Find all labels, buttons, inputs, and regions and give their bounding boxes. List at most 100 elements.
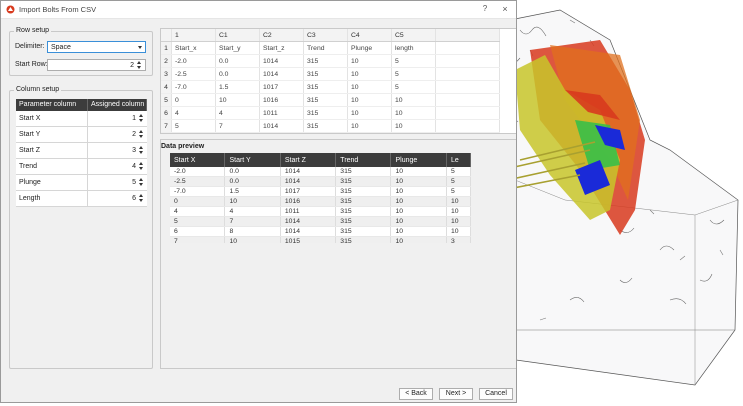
table-row: -7.0 1.5 1017 315 10 5	[170, 186, 471, 197]
table-row: Start Y 2	[16, 127, 147, 143]
assigned-column-stepper[interactable]: 1	[88, 111, 147, 126]
delimiter-value: Space	[51, 44, 71, 51]
table-cell: 315	[335, 196, 392, 207]
column-header: Le	[446, 153, 471, 167]
raw-csv-table-panel[interactable]: 1 C1 C2 C3 C4 C5 1 Start_x Start_y Start_z T…	[160, 28, 516, 134]
table-cell: 5	[446, 167, 471, 177]
table-cell: 8	[224, 226, 281, 237]
table-cell: 4	[170, 206, 226, 217]
table-row: 3 -2.5 0.0 1014 315 10 5	[161, 67, 500, 81]
empty-cell	[435, 106, 500, 120]
back-button[interactable]: < Back	[399, 388, 433, 400]
column-header: Plunge	[390, 153, 447, 167]
table-cell: 10	[390, 186, 447, 197]
empty-cell	[435, 93, 500, 107]
assigned-column-stepper[interactable]: 3	[88, 143, 147, 158]
app-logo-icon	[6, 5, 15, 14]
data-preview-title: Data preview	[161, 143, 205, 150]
cancel-button[interactable]: Cancel	[479, 388, 513, 400]
table-cell: 10	[390, 176, 447, 187]
column-header[interactable]: 1	[171, 29, 216, 42]
table-cell: 5	[446, 176, 471, 187]
table-cell: 6	[171, 132, 216, 133]
assigned-column-stepper[interactable]: 2	[88, 127, 147, 142]
table-cell: 315	[335, 176, 392, 187]
data-preview-table[interactable]: Start X Start Y Start Z Trend Plunge Le …	[170, 153, 471, 243]
parameter-name: Start X	[16, 111, 88, 126]
help-button[interactable]: ?	[479, 3, 491, 15]
column-header[interactable]: C5	[391, 29, 436, 42]
spin-arrows-icon[interactable]	[139, 130, 145, 139]
spin-arrows-icon[interactable]	[139, 194, 145, 203]
row-number: 2	[161, 54, 172, 68]
column-header[interactable]: C4	[347, 29, 392, 42]
table-cell: 5	[391, 80, 436, 94]
next-button[interactable]: Next >	[439, 388, 473, 400]
close-button[interactable]: ×	[499, 3, 511, 15]
table-cell: 315	[335, 226, 392, 237]
table-row: 4 -7.0 1.5 1017 315 10 5	[161, 80, 500, 94]
assigned-column-value: 3	[132, 147, 136, 154]
table-cell: 315	[335, 167, 392, 177]
assigned-column-value: 4	[132, 163, 136, 170]
spin-arrows-icon[interactable]	[139, 114, 145, 123]
column-header[interactable]: C1	[215, 29, 260, 42]
corner-cell	[161, 29, 172, 42]
assigned-column-value: 6	[132, 195, 136, 202]
table-cell: 10	[446, 226, 471, 237]
start-row-stepper[interactable]: 2	[47, 59, 146, 71]
spin-arrows-icon[interactable]	[137, 61, 143, 70]
table-cell: 10	[446, 216, 471, 227]
column-header[interactable]: C3	[303, 29, 348, 42]
table-cell: 1014	[280, 216, 337, 227]
table-row: 4 4 1011 315 10 10	[170, 206, 471, 217]
data-preview-panel[interactable]: Start X Start Y Start Z Trend Plunge Le …	[170, 153, 471, 243]
table-cell: -2.5	[171, 67, 216, 81]
table-cell: 1011	[259, 106, 304, 120]
assigned-column-stepper[interactable]: 6	[88, 191, 147, 206]
row-number: 4	[161, 80, 172, 94]
parameter-name: Start Z	[16, 143, 88, 158]
column-header: Trend	[335, 153, 392, 167]
raw-csv-table[interactable]: 1 C1 C2 C3 C4 C5 1 Start_x Start_y Start_z T…	[161, 29, 500, 133]
assigned-column-value: 1	[132, 115, 136, 122]
table-row: -2.0 0.0 1014 315 10 5	[170, 167, 471, 177]
table-cell: 1014	[259, 67, 304, 81]
table-cell: 5	[391, 54, 436, 68]
column-header[interactable]: C2	[259, 29, 304, 42]
table-cell: 5	[391, 67, 436, 81]
table-cell: 10	[390, 216, 447, 227]
table-cell: 7	[215, 119, 260, 133]
table-cell: -7.0	[170, 186, 226, 197]
table-cell: 3	[446, 236, 471, 243]
assigned-column-stepper[interactable]: 4	[88, 159, 147, 174]
start-row-label: Start Row:	[15, 61, 48, 68]
table-cell: 1017	[259, 80, 304, 94]
table-cell: 10	[390, 236, 447, 243]
table-row: -2.5 0.0 1014 315 10 5	[170, 176, 471, 187]
table-cell: 315	[303, 132, 348, 133]
table-cell: 7	[224, 216, 281, 227]
table-row: 2 -2.0 0.0 1014 315 10 5	[161, 54, 500, 68]
table-cell: 315	[335, 236, 392, 243]
table-cell: 10	[390, 196, 447, 207]
table-cell: 315	[303, 93, 348, 107]
spin-arrows-icon[interactable]	[139, 162, 145, 171]
table-cell: 10	[215, 93, 260, 107]
column-header: Start X	[170, 153, 226, 167]
delimiter-select[interactable]: Space	[47, 41, 146, 53]
assigned-column-stepper[interactable]: 5	[88, 175, 147, 190]
table-cell: 1.5	[215, 80, 260, 94]
table-cell: 1011	[280, 206, 337, 217]
column-header: Start Z	[280, 153, 337, 167]
row-number: 1	[161, 41, 172, 55]
table-cell: 0	[170, 196, 226, 207]
table-row: Start Z 3	[16, 143, 147, 159]
table-cell: 315	[303, 67, 348, 81]
row-setup-group: Row setup Delimiter: Space Start Row: 2	[9, 27, 153, 76]
table-cell: 10	[446, 206, 471, 217]
spin-arrows-icon[interactable]	[139, 146, 145, 155]
table-cell: 10	[347, 93, 392, 107]
spin-arrows-icon[interactable]	[139, 178, 145, 187]
table-cell: 315	[335, 216, 392, 227]
